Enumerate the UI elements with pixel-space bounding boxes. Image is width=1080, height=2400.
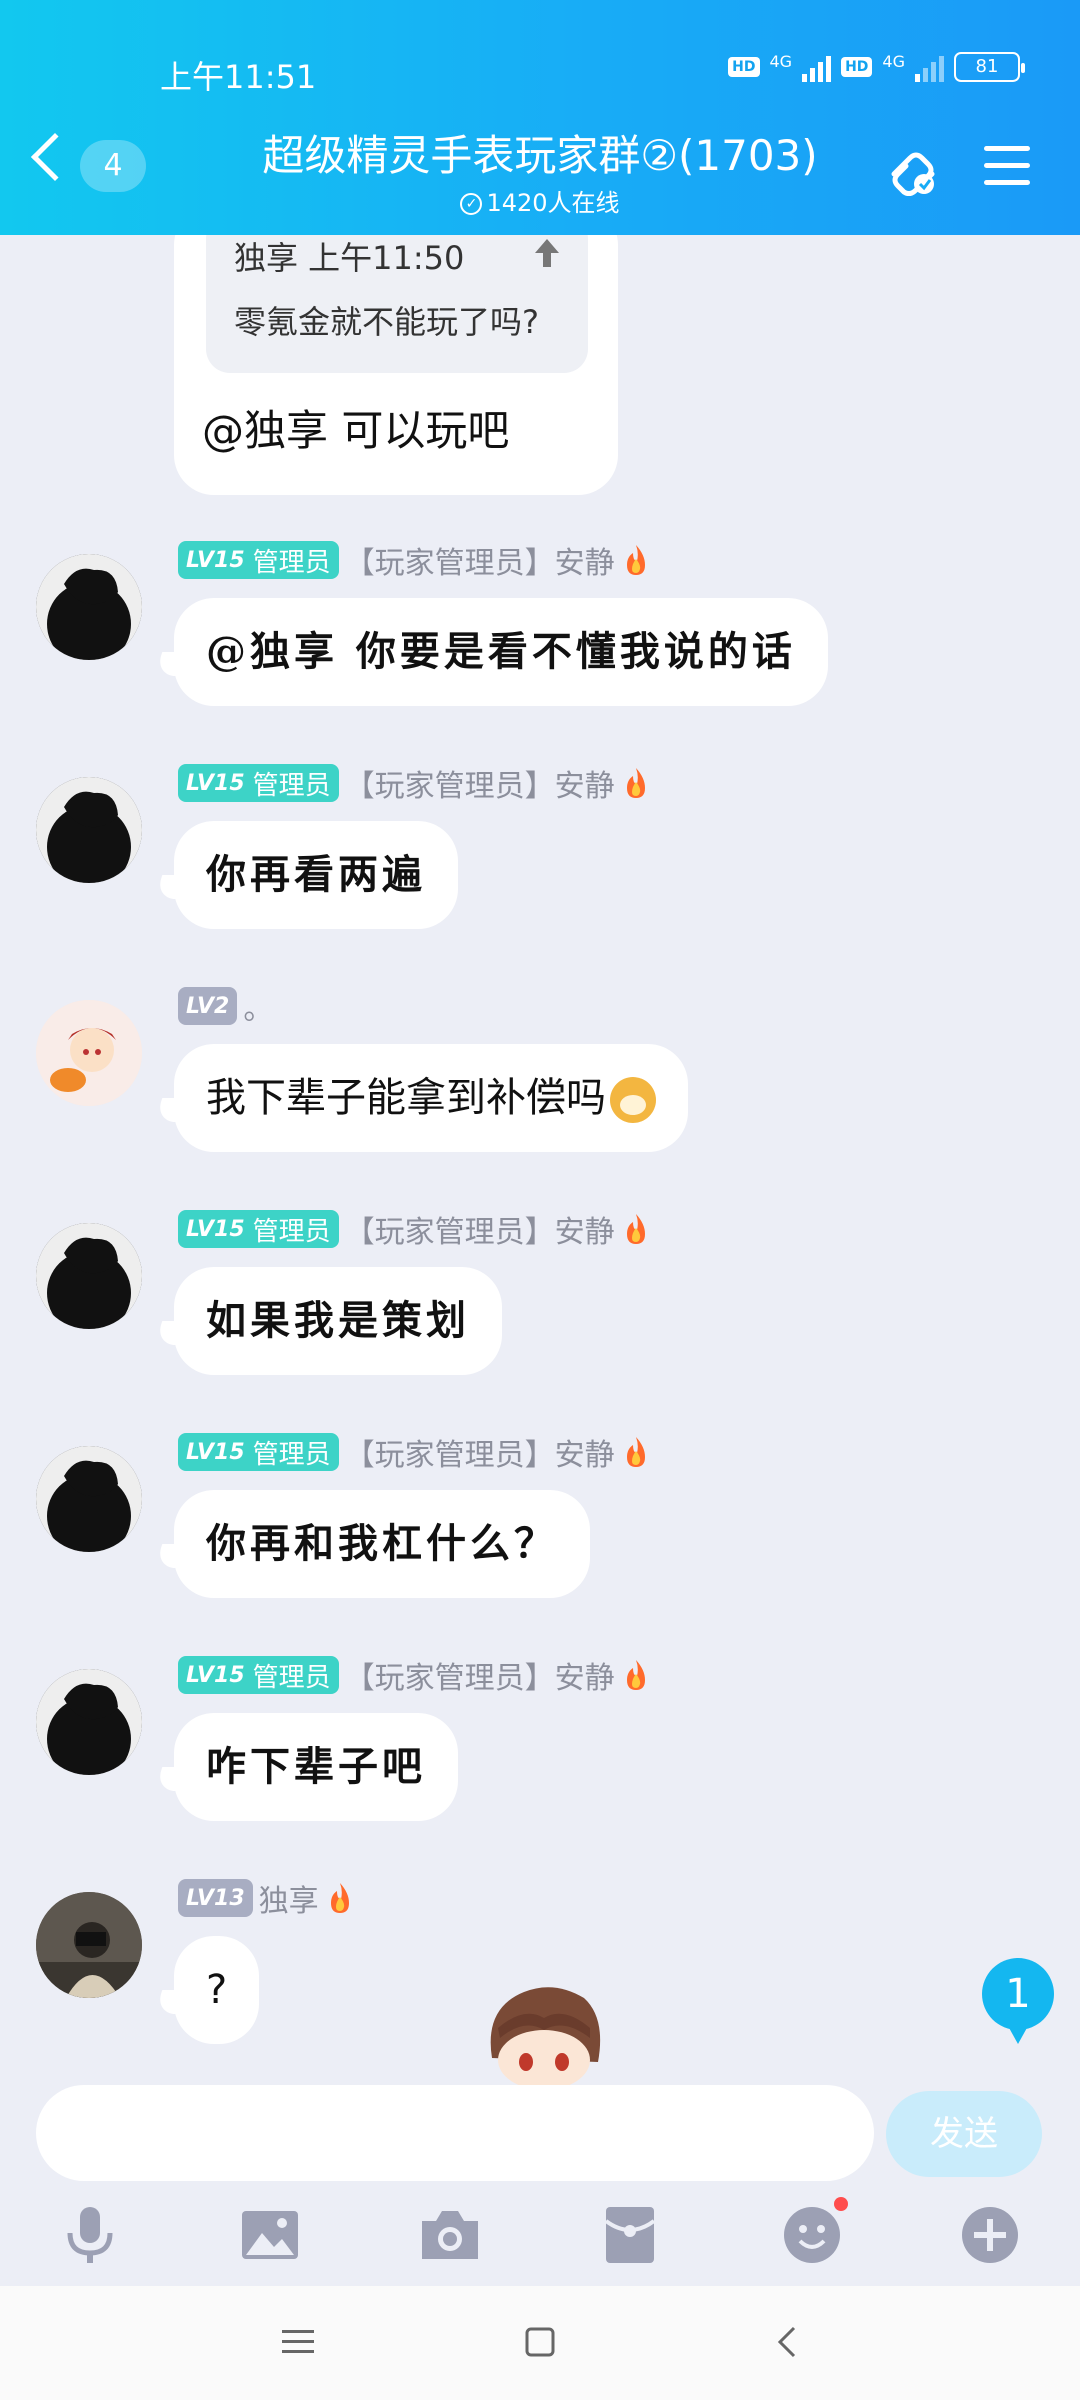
fire-icon [626, 545, 645, 575]
level-badge: LV13 [178, 1879, 253, 1917]
avatar[interactable] [36, 777, 142, 883]
notification-dot [834, 2197, 848, 2211]
status-icons: HD 4G HD 4G 81 [728, 52, 1025, 82]
sender-meta: LV15 管理员 【玩家管理员】安静 [178, 540, 651, 581]
fire-icon [626, 1660, 645, 1690]
status-time: 上午11:51 [160, 58, 317, 96]
message-bubble[interactable]: ? [174, 1936, 260, 2044]
message-bubble[interactable]: 我下辈子能拿到补偿吗 [174, 1044, 688, 1152]
level-badge: LV2 [178, 987, 238, 1025]
signal-icon [802, 52, 832, 82]
signal-icon [915, 52, 944, 82]
avatar[interactable] [36, 1223, 142, 1329]
level-badge: LV15 管理员 [178, 1433, 339, 1471]
sender-name: 【玩家管理员】安静 [344, 546, 615, 581]
sender-meta: LV2 。 [178, 986, 274, 1027]
fire-icon [626, 1437, 645, 1467]
battery-icon: 81 [954, 52, 1025, 82]
online-count: 1420人在线 [486, 189, 620, 217]
sender-name: 【玩家管理员】安静 [344, 769, 615, 804]
fire-icon [626, 768, 645, 798]
system-nav-bar [0, 2286, 1080, 2400]
menu-icon[interactable] [984, 146, 1030, 186]
plus-icon[interactable] [958, 2203, 1022, 2267]
level-badge: LV15 管理员 [178, 1210, 339, 1248]
sender-name: 【玩家管理员】安静 [344, 1215, 615, 1250]
avatar[interactable] [36, 1892, 142, 1998]
network-label: 4G [769, 52, 793, 71]
hd-icon: HD [728, 57, 760, 77]
message-bubble[interactable]: 咋下辈子吧 [174, 1713, 458, 1821]
level-badge: LV15 管理员 [178, 541, 339, 579]
sender-meta: LV15 管理员 【玩家管理员】安静 [178, 1432, 651, 1473]
quoted-message[interactable]: 独享 上午11:50 零氪金就不能玩了吗? [206, 235, 588, 373]
quoted-text: 零氪金就不能玩了吗? [234, 303, 539, 341]
message-bubble[interactable]: 你再和我杠什么？ [174, 1490, 590, 1598]
image-icon[interactable] [238, 2203, 302, 2267]
network-label: 4G [882, 52, 905, 71]
home-nav-icon[interactable] [520, 2322, 560, 2362]
check-circle-icon: ✓ [460, 193, 483, 215]
emoji-icon [784, 2207, 840, 2263]
sender-meta: LV15 管理员 【玩家管理员】安静 [178, 1655, 651, 1696]
jump-up-icon[interactable] [532, 235, 562, 267]
fire-icon [626, 1214, 645, 1244]
reply-text: @独享 可以玩吧 [202, 406, 510, 455]
sender-name: 【玩家管理员】安静 [344, 1661, 615, 1696]
quoted-meta: 独享 上午11:50 [234, 239, 465, 277]
microphone-icon[interactable] [58, 2203, 122, 2267]
avatar[interactable] [36, 1669, 142, 1775]
red-packet-icon[interactable] [598, 2203, 662, 2267]
camera-icon[interactable] [418, 2203, 482, 2267]
level-badge: LV15 管理员 [178, 1656, 339, 1694]
sender-meta: LV15 管理员 【玩家管理员】安静 [178, 1209, 651, 1250]
fire-icon [330, 1883, 349, 1913]
sender-meta: LV13 独享 [178, 1878, 355, 1919]
emoji-button[interactable] [780, 2197, 848, 2267]
hd-icon: HD [841, 57, 873, 77]
avatar[interactable] [36, 554, 142, 660]
message-input[interactable] [36, 2085, 874, 2181]
message-bubble[interactable]: 你再看两遍 [174, 821, 458, 929]
avatar[interactable] [36, 1446, 142, 1552]
header: 上午11:51 HD 4G HD 4G 81 4 超级精灵手表玩家群②(1703… [0, 0, 1080, 235]
input-toolbar [0, 2197, 1080, 2283]
message-bubble[interactable]: @独享 你要是看不懂我说的话 [174, 598, 828, 706]
menu-nav-icon[interactable] [278, 2322, 318, 2362]
message-text: 我下辈子能拿到补偿吗 [206, 1075, 606, 1121]
avatar[interactable] [36, 1000, 142, 1106]
new-message-badge[interactable]: 1 [982, 1958, 1054, 2044]
message-bubble[interactable]: 如果我是策划 [174, 1267, 502, 1375]
sender-name: 。 [243, 992, 274, 1027]
input-area: 发送 [0, 2085, 1080, 2285]
share-link-icon[interactable] [884, 144, 942, 196]
sender-name: 独享 [258, 1884, 319, 1919]
chat-area[interactable]: 独享 上午11:50 零氪金就不能玩了吗? @独享 可以玩吧 LV15 管理员 【… [0, 235, 1080, 2085]
back-nav-icon[interactable] [768, 2322, 808, 2362]
sender-name: 【玩家管理员】安静 [344, 1438, 615, 1473]
level-badge: LV15 管理员 [178, 764, 339, 802]
dog-emoji-icon [610, 1077, 656, 1123]
chibi-mascot-icon [490, 1987, 601, 2088]
sender-meta: LV15 管理员 【玩家管理员】安静 [178, 763, 651, 804]
send-button[interactable]: 发送 [886, 2091, 1042, 2177]
